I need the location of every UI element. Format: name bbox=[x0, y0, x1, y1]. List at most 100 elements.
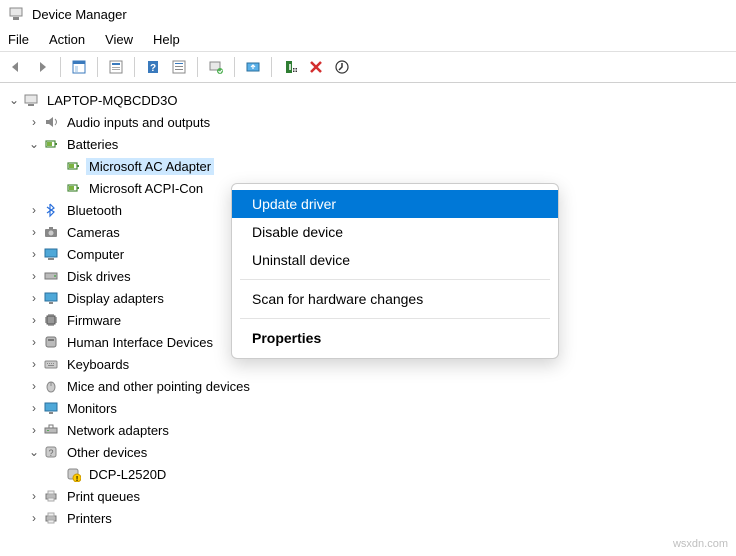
toolbar-separator bbox=[234, 57, 235, 77]
back-button[interactable] bbox=[4, 55, 28, 79]
tree-root[interactable]: ⌄ LAPTOP-MQBCDD3O bbox=[4, 89, 732, 111]
tree-label: Cameras bbox=[64, 224, 123, 241]
ctx-uninstall-device[interactable]: Uninstall device bbox=[232, 246, 558, 274]
scan-hardware-button[interactable] bbox=[204, 55, 228, 79]
ctx-scan-hardware[interactable]: Scan for hardware changes bbox=[232, 285, 558, 313]
mouse-icon bbox=[42, 377, 60, 395]
expand-icon[interactable]: › bbox=[26, 290, 42, 306]
tree-label: Audio inputs and outputs bbox=[64, 114, 213, 131]
menu-file[interactable]: File bbox=[8, 32, 29, 47]
monitor-icon bbox=[42, 245, 60, 263]
network-icon bbox=[42, 421, 60, 439]
printer-icon bbox=[42, 509, 60, 527]
collapse-icon[interactable]: ⌄ bbox=[26, 136, 42, 152]
toolbar-separator bbox=[271, 57, 272, 77]
tree-label: Keyboards bbox=[64, 356, 132, 373]
expand-icon[interactable]: › bbox=[26, 268, 42, 284]
tree-item-monitors[interactable]: › Monitors bbox=[4, 397, 732, 419]
ctx-properties[interactable]: Properties bbox=[232, 324, 558, 352]
tree-label: Monitors bbox=[64, 400, 120, 417]
hid-icon bbox=[42, 333, 60, 351]
expand-icon[interactable]: › bbox=[26, 312, 42, 328]
menu-action[interactable]: Action bbox=[49, 32, 85, 47]
add-legacy-button[interactable] bbox=[330, 55, 354, 79]
tree-item-printers[interactable]: › Printers bbox=[4, 507, 732, 529]
tree-label: Human Interface Devices bbox=[64, 334, 216, 351]
expand-icon[interactable]: › bbox=[26, 378, 42, 394]
expand-icon[interactable]: › bbox=[26, 488, 42, 504]
spacer bbox=[48, 180, 64, 196]
expand-icon[interactable]: › bbox=[26, 202, 42, 218]
properties-button[interactable] bbox=[104, 55, 128, 79]
camera-icon bbox=[42, 223, 60, 241]
toolbar-separator bbox=[97, 57, 98, 77]
expand-icon[interactable]: › bbox=[26, 400, 42, 416]
tree-item-print-queues[interactable]: › Print queues bbox=[4, 485, 732, 507]
action-button[interactable] bbox=[167, 55, 191, 79]
window-title: Device Manager bbox=[32, 7, 127, 22]
other-icon: ? bbox=[42, 443, 60, 461]
show-hide-console-button[interactable] bbox=[67, 55, 91, 79]
tree-label: LAPTOP-MQBCDD3O bbox=[44, 92, 181, 109]
expand-icon[interactable]: › bbox=[26, 334, 42, 350]
svg-text:?: ? bbox=[48, 448, 53, 458]
tree-label: Other devices bbox=[64, 444, 150, 461]
tree-label: Computer bbox=[64, 246, 127, 263]
toolbar-separator bbox=[60, 57, 61, 77]
tree-label: Firmware bbox=[64, 312, 124, 329]
battery-icon bbox=[64, 157, 82, 175]
app-icon bbox=[8, 6, 24, 22]
tree-label: Disk drives bbox=[64, 268, 134, 285]
context-menu: Update driver Disable device Uninstall d… bbox=[231, 183, 559, 359]
collapse-icon[interactable]: ⌄ bbox=[26, 444, 42, 460]
watermark: wsxdn.com bbox=[673, 538, 728, 550]
uninstall-button[interactable] bbox=[304, 55, 328, 79]
tree-item-audio[interactable]: › Audio inputs and outputs bbox=[4, 111, 732, 133]
menu-view[interactable]: View bbox=[105, 32, 133, 47]
ctx-update-driver[interactable]: Update driver bbox=[232, 190, 558, 218]
tree-label: Batteries bbox=[64, 136, 121, 153]
keyboard-icon bbox=[42, 355, 60, 373]
tree-item-ac-adapter[interactable]: Microsoft AC Adapter bbox=[4, 155, 732, 177]
tree-label: DCP-L2520D bbox=[86, 466, 169, 483]
ctx-disable-device[interactable]: Disable device bbox=[232, 218, 558, 246]
tree-label: Print queues bbox=[64, 488, 143, 505]
expand-icon[interactable]: › bbox=[26, 356, 42, 372]
tree-item-batteries[interactable]: ⌄ Batteries bbox=[4, 133, 732, 155]
expand-icon[interactable]: › bbox=[26, 422, 42, 438]
spacer bbox=[48, 158, 64, 174]
tree-item-mice[interactable]: › Mice and other pointing devices bbox=[4, 375, 732, 397]
forward-button[interactable] bbox=[30, 55, 54, 79]
tree-label: Printers bbox=[64, 510, 115, 527]
tree-item-dcp[interactable]: ! DCP-L2520D bbox=[4, 463, 732, 485]
expand-icon[interactable]: › bbox=[26, 114, 42, 130]
tree-label: Bluetooth bbox=[64, 202, 125, 219]
collapse-icon[interactable]: ⌄ bbox=[6, 92, 22, 108]
ctx-separator bbox=[240, 318, 550, 319]
chip-icon bbox=[42, 311, 60, 329]
expand-icon[interactable]: › bbox=[26, 224, 42, 240]
display-icon bbox=[42, 289, 60, 307]
printer-icon bbox=[42, 487, 60, 505]
expand-icon[interactable]: › bbox=[26, 510, 42, 526]
expand-icon[interactable]: › bbox=[26, 246, 42, 262]
svg-text:?: ? bbox=[150, 63, 156, 74]
toolbar-separator bbox=[134, 57, 135, 77]
help-button[interactable]: ? bbox=[141, 55, 165, 79]
unknown-device-icon: ! bbox=[64, 465, 82, 483]
update-driver-button[interactable] bbox=[241, 55, 265, 79]
computer-icon bbox=[22, 91, 40, 109]
audio-icon bbox=[42, 113, 60, 131]
ctx-separator bbox=[240, 279, 550, 280]
toolbar: ? bbox=[0, 51, 736, 83]
menu-help[interactable]: Help bbox=[153, 32, 180, 47]
svg-text:!: ! bbox=[76, 476, 78, 482]
tree-label: Microsoft AC Adapter bbox=[86, 158, 214, 175]
title-bar: Device Manager bbox=[0, 0, 736, 28]
menu-bar: File Action View Help bbox=[0, 28, 736, 51]
tree-item-network[interactable]: › Network adapters bbox=[4, 419, 732, 441]
tree-label: Network adapters bbox=[64, 422, 172, 439]
disable-button[interactable] bbox=[278, 55, 302, 79]
disk-icon bbox=[42, 267, 60, 285]
tree-item-other[interactable]: ⌄ ? Other devices bbox=[4, 441, 732, 463]
